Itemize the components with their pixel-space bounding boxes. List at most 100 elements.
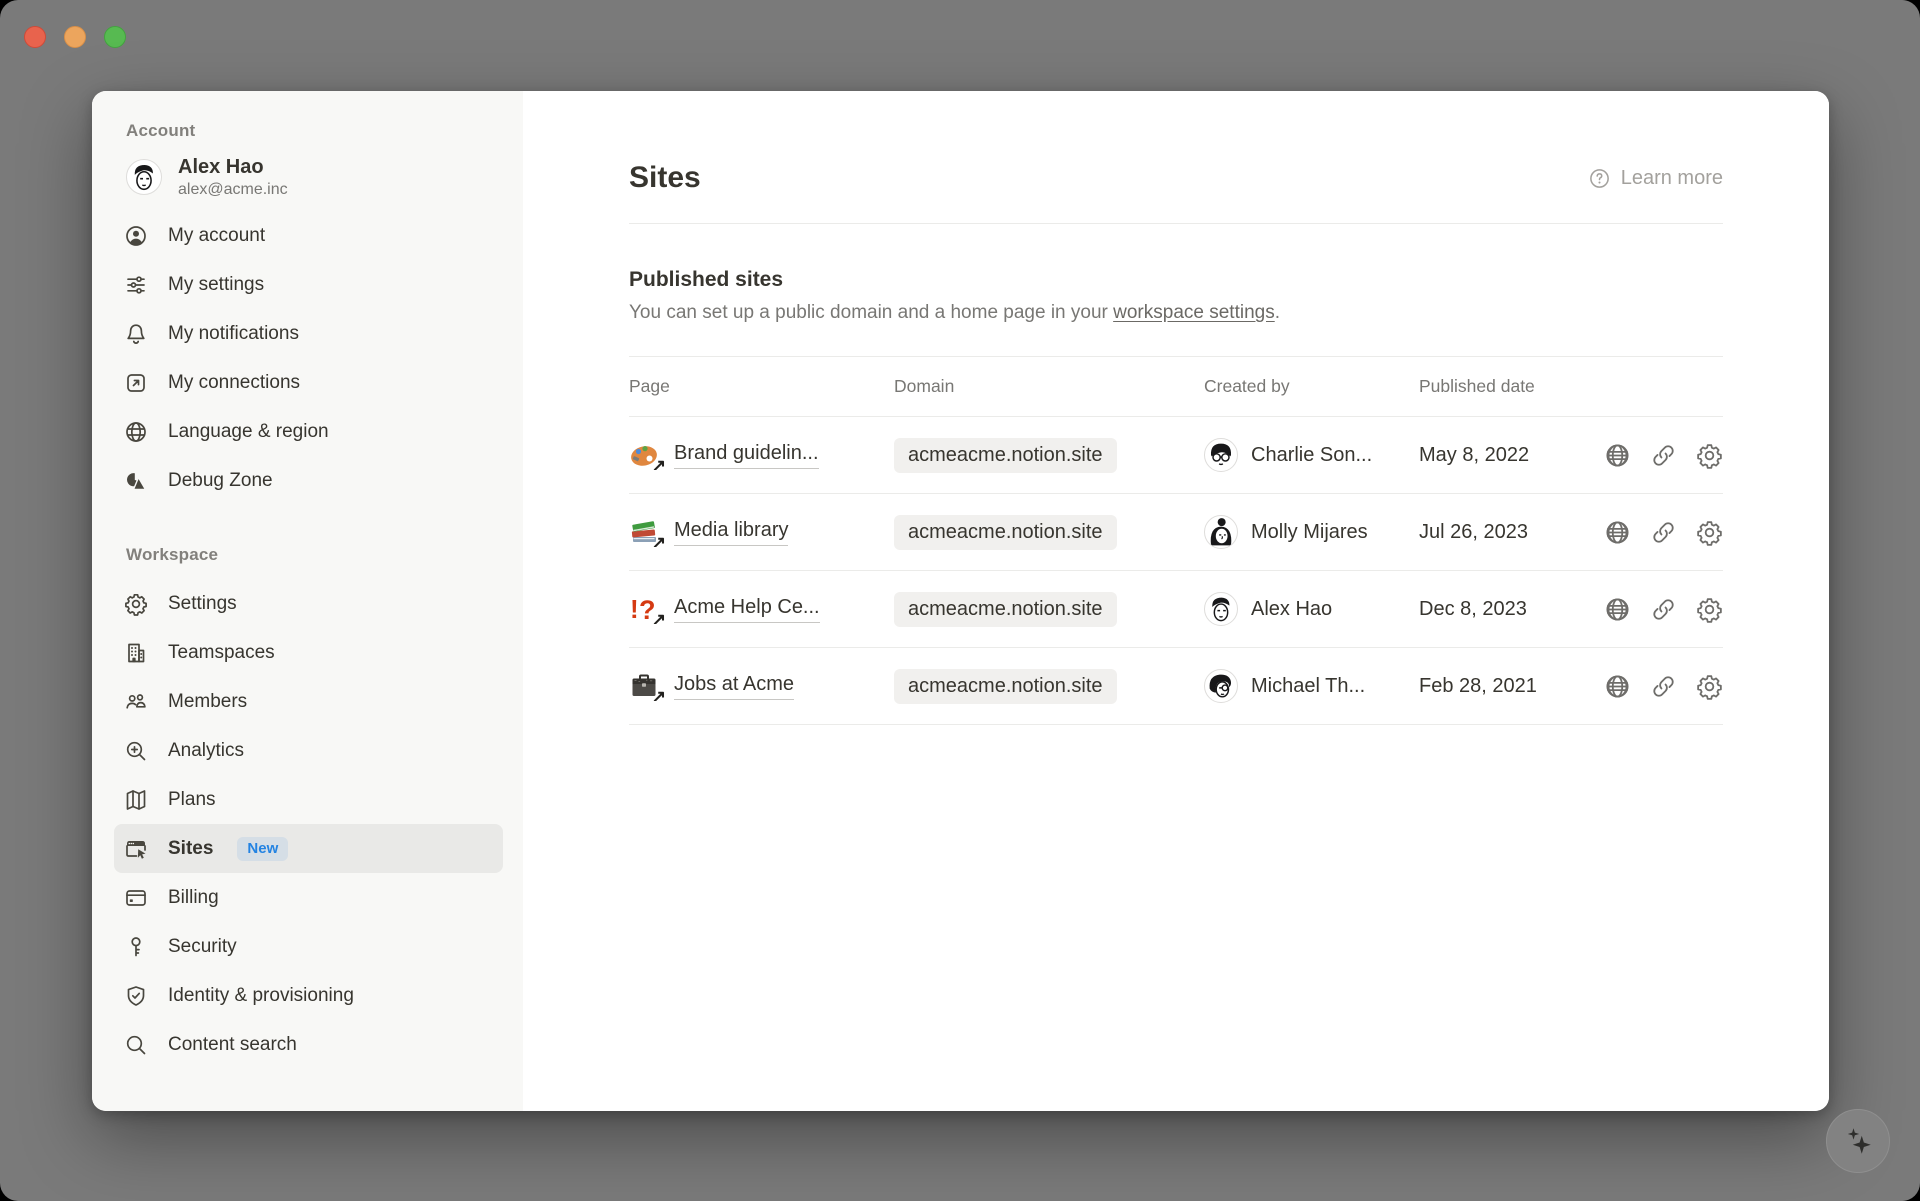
question-circle-icon (1588, 167, 1611, 190)
building-icon (124, 641, 148, 665)
user-name: Alex Hao (178, 155, 288, 179)
people-icon (124, 690, 148, 714)
arrow-out-box-icon (124, 371, 148, 395)
link-arrow-overlay: ↗ (652, 533, 666, 547)
sidebar-item-content-search[interactable]: Content search (114, 1020, 503, 1069)
sliders-icon (124, 273, 148, 297)
sidebar-item-language-region[interactable]: Language & region (114, 407, 503, 456)
table-row: !? ↗ Acme Help Ce... acmeacme.notion.sit… (629, 570, 1723, 647)
sidebar-item-debug-zone[interactable]: Debug Zone (114, 456, 503, 505)
bell-icon (124, 322, 148, 346)
palette-icon: ↗ (629, 440, 659, 470)
key-icon (124, 935, 148, 959)
sidebar-item-label: Identity & provisioning (168, 985, 354, 1007)
domain-pill[interactable]: acmeacme.notion.site (894, 438, 1117, 473)
user-email: alex@acme.inc (178, 181, 288, 199)
globe-icon[interactable] (1604, 673, 1631, 700)
settings-sidebar: Account Alex Hao alex@acme.inc My accoun… (92, 91, 523, 1111)
sidebar-item-security[interactable]: Security (114, 922, 503, 971)
link-icon[interactable] (1650, 673, 1677, 700)
sidebar-item-sites[interactable]: Sites New (114, 824, 503, 873)
workspace-section-header: Workspace (126, 545, 503, 565)
ai-assistant-button[interactable] (1826, 1109, 1890, 1173)
title-divider (629, 223, 1723, 224)
close-button[interactable] (24, 26, 46, 48)
sidebar-item-label: Sites (168, 838, 213, 860)
column-header-published-date: Published date (1419, 376, 1579, 397)
sidebar-item-identity-provisioning[interactable]: Identity & provisioning (114, 971, 503, 1020)
browser-cursor-icon (124, 837, 148, 861)
gear-icon[interactable] (1696, 596, 1723, 623)
learn-more-link[interactable]: Learn more (1588, 167, 1723, 190)
user-identity[interactable]: Alex Hao alex@acme.inc (126, 155, 503, 199)
globe-icon[interactable] (1604, 519, 1631, 546)
zoom-button[interactable] (104, 26, 126, 48)
sidebar-item-label: My settings (168, 274, 264, 296)
person-circle-icon (124, 224, 148, 248)
sidebar-item-my-connections[interactable]: My connections (114, 358, 503, 407)
link-icon[interactable] (1650, 596, 1677, 623)
domain-pill[interactable]: acmeacme.notion.site (894, 592, 1117, 627)
column-header-page: Page (629, 376, 894, 397)
domain-pill[interactable]: acmeacme.notion.site (894, 515, 1117, 550)
page-link[interactable]: Media library (674, 519, 788, 546)
sidebar-item-label: Analytics (168, 740, 244, 762)
sidebar-item-analytics[interactable]: Analytics (114, 726, 503, 775)
sidebar-item-billing[interactable]: Billing (114, 873, 503, 922)
link-icon[interactable] (1650, 519, 1677, 546)
window-controls (24, 26, 126, 48)
globe-icon[interactable] (1604, 442, 1631, 469)
sidebar-item-settings[interactable]: Settings (114, 579, 503, 628)
sidebar-item-label: Content search (168, 1034, 297, 1056)
sidebar-item-label: Language & region (168, 421, 329, 443)
sidebar-item-label: My account (168, 225, 265, 247)
creator-name: Alex Hao (1251, 598, 1332, 621)
globe-icon[interactable] (1604, 596, 1631, 623)
sidebar-item-my-settings[interactable]: My settings (114, 260, 503, 309)
domain-pill[interactable]: acmeacme.notion.site (894, 669, 1117, 704)
link-arrow-overlay: ↗ (652, 687, 666, 701)
page-link[interactable]: Acme Help Ce... (674, 596, 820, 623)
desktop-backdrop: Account Alex Hao alex@acme.inc My accoun… (0, 0, 1920, 1201)
published-date: Feb 28, 2021 (1419, 675, 1537, 697)
molly-avatar (1204, 515, 1238, 549)
link-icon[interactable] (1650, 442, 1677, 469)
description-text: You can set up a public domain and a hom… (629, 302, 1113, 323)
creator-name: Charlie Son... (1251, 444, 1372, 467)
page-link[interactable]: Jobs at Acme (674, 673, 794, 700)
table-row: ↗ Brand guidelin... acmeacme.notion.site… (629, 416, 1723, 493)
column-header-domain: Domain (894, 376, 1204, 397)
page-link[interactable]: Brand guidelin... (674, 442, 819, 469)
published-date: Jul 26, 2023 (1419, 521, 1528, 543)
learn-more-label: Learn more (1621, 167, 1723, 190)
sparkles-icon (1840, 1123, 1876, 1159)
sidebar-item-label: Billing (168, 887, 219, 909)
settings-window: Account Alex Hao alex@acme.inc My accoun… (92, 91, 1829, 1111)
globe-icon (124, 420, 148, 444)
sidebar-item-label: Members (168, 691, 247, 713)
sidebar-item-members[interactable]: Members (114, 677, 503, 726)
sidebar-item-teamspaces[interactable]: Teamspaces (114, 628, 503, 677)
workspace-settings-link[interactable]: workspace settings (1113, 302, 1275, 323)
link-arrow-overlay: ↗ (652, 456, 666, 470)
minimize-button[interactable] (64, 26, 86, 48)
column-header-created-by: Created by (1204, 376, 1419, 397)
published-sites-heading: Published sites (629, 268, 1723, 292)
user-text: Alex Hao alex@acme.inc (178, 155, 288, 199)
sidebar-item-label: Debug Zone (168, 470, 273, 492)
description-period: . (1275, 302, 1280, 323)
gear-icon[interactable] (1696, 673, 1723, 700)
gear-icon[interactable] (1696, 519, 1723, 546)
page-title: Sites (629, 161, 701, 195)
published-sites-description: You can set up a public domain and a hom… (629, 302, 1723, 324)
new-badge: New (237, 837, 288, 861)
sidebar-item-my-account[interactable]: My account (114, 211, 503, 260)
sidebar-item-plans[interactable]: Plans (114, 775, 503, 824)
gear-icon[interactable] (1696, 442, 1723, 469)
books-icon: ↗ (629, 517, 659, 547)
table-row: ↗ Jobs at Acme acmeacme.notion.site Mich… (629, 647, 1723, 724)
table-row: ↗ Media library acmeacme.notion.site Mol… (629, 493, 1723, 570)
interrobang-icon: !? ↗ (629, 594, 659, 624)
sidebar-item-my-notifications[interactable]: My notifications (114, 309, 503, 358)
credit-card-icon (124, 886, 148, 910)
